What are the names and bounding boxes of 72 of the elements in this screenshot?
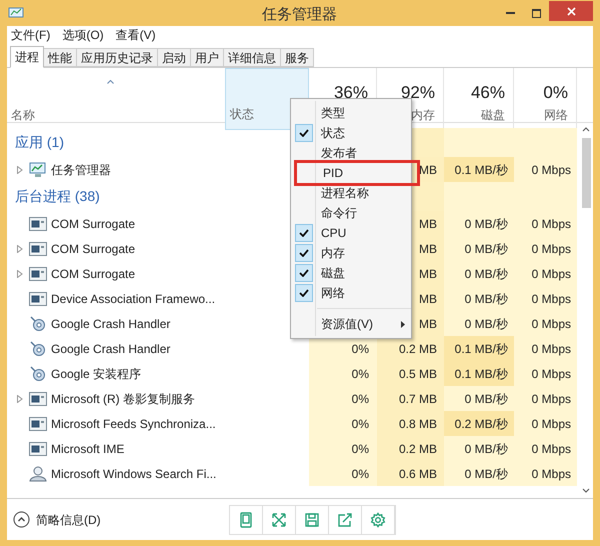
network-cell: 0 Mbps bbox=[514, 236, 577, 261]
usage-percent: 92% bbox=[400, 82, 435, 104]
process-name: COM Surrogate bbox=[51, 216, 136, 232]
column-header[interactable]: 名称 bbox=[7, 68, 225, 130]
memory-cell: 0.8 MB bbox=[377, 411, 444, 436]
network-cell: 0 Mbps bbox=[514, 461, 577, 486]
cpu-cell: 0% bbox=[309, 411, 377, 436]
menu-item[interactable]: 选项(O) bbox=[62, 26, 104, 44]
column-label: 内存 bbox=[411, 106, 435, 124]
disk-cell: 0 MB/秒 bbox=[444, 461, 514, 486]
process-name: Google Crash Handler bbox=[51, 340, 170, 358]
process-name: Microsoft Feeds Synchroniza... bbox=[51, 416, 216, 432]
network-cell: 0 Mbps bbox=[514, 436, 577, 461]
tab[interactable]: 应用历史记录 bbox=[77, 48, 158, 67]
disk-cell: 0.1 MB/秒 bbox=[444, 361, 514, 386]
cpu-cell: 0% bbox=[309, 361, 377, 386]
process-name: 任务管理器 bbox=[51, 162, 111, 178]
memory-cell: 0.5 MB bbox=[377, 361, 444, 386]
disk-cell: 0 MB/秒 bbox=[444, 211, 514, 236]
tab[interactable]: 用户 bbox=[191, 48, 224, 67]
disk-cell: 0.1 MB/秒 bbox=[444, 157, 514, 182]
process-name: Microsoft IME bbox=[51, 440, 124, 458]
memory-cell: 0.2 MB bbox=[377, 336, 444, 361]
memory-cell: 0.7 MB bbox=[377, 386, 444, 411]
network-cell: 0 Mbps bbox=[514, 261, 577, 286]
usage-percent: 0% bbox=[543, 82, 568, 104]
disk-cell: 0 MB/秒 bbox=[444, 386, 514, 411]
process-name: COM Surrogate bbox=[51, 240, 136, 258]
disk-cell: 0 MB/秒 bbox=[444, 311, 514, 336]
disk-cell: 0.2 MB/秒 bbox=[444, 411, 514, 436]
tab[interactable]: 服务 bbox=[281, 48, 314, 67]
process-name: Google 安装程序 bbox=[51, 366, 142, 382]
group-heading: 后台进程 (38) bbox=[15, 187, 100, 206]
memory-cell: 0.2 MB bbox=[377, 436, 444, 461]
network-cell: 0 Mbps bbox=[514, 386, 577, 411]
group-heading: 应用 (1) bbox=[15, 133, 64, 152]
network-cell: 0 Mbps bbox=[514, 361, 577, 386]
network-cell: 0 Mbps bbox=[514, 157, 577, 182]
network-cell: 0 Mbps bbox=[514, 286, 577, 311]
process-name: Microsoft Windows Search Fi... bbox=[51, 466, 216, 482]
disk-cell: 0.1 MB/秒 bbox=[444, 336, 514, 361]
process-name: Microsoft (R) 卷影复制服务 bbox=[51, 390, 195, 408]
disk-cell: 0 MB/秒 bbox=[444, 286, 514, 311]
network-cell: 0 Mbps bbox=[514, 411, 577, 436]
window-title: 任务管理器 bbox=[262, 5, 337, 25]
cpu-cell: 0% bbox=[309, 461, 377, 486]
memory-cell: 0.6 MB bbox=[377, 461, 444, 486]
disk-cell: 0 MB/秒 bbox=[444, 236, 514, 261]
cpu-cell: 0% bbox=[309, 436, 377, 461]
disk-cell: 0 MB/秒 bbox=[444, 436, 514, 461]
cpu-cell: 0% bbox=[309, 386, 377, 411]
tab[interactable]: 详细信息 bbox=[224, 48, 281, 67]
menu-item[interactable]: 查看(V) bbox=[116, 26, 156, 44]
tab[interactable]: 启动 bbox=[158, 48, 191, 67]
network-cell: 0 Mbps bbox=[514, 336, 577, 361]
tab[interactable]: 性能 bbox=[44, 48, 77, 67]
column-label: 磁盘 bbox=[481, 106, 505, 124]
column-label: 网络 bbox=[544, 106, 568, 124]
menu-option[interactable]: 进程名称 bbox=[291, 183, 411, 203]
process-name: COM Surrogate bbox=[51, 266, 136, 282]
process-name: Google Crash Handler bbox=[51, 316, 170, 332]
disk-cell: 0 MB/秒 bbox=[444, 261, 514, 286]
column-label: 名称 bbox=[11, 106, 35, 124]
menu-item[interactable]: 文件(F) bbox=[11, 26, 50, 44]
network-cell: 0 Mbps bbox=[514, 311, 577, 336]
network-cell: 0 Mbps bbox=[514, 211, 577, 236]
tab[interactable]: 进程 bbox=[10, 46, 44, 68]
usage-percent: 36% bbox=[334, 82, 368, 104]
process-name: Device Association Framewo... bbox=[51, 290, 216, 308]
usage-percent: 46% bbox=[470, 82, 505, 104]
column-label: 状态 bbox=[230, 106, 254, 122]
fewer-details-button[interactable]: 简略信息(D) bbox=[13, 510, 101, 528]
